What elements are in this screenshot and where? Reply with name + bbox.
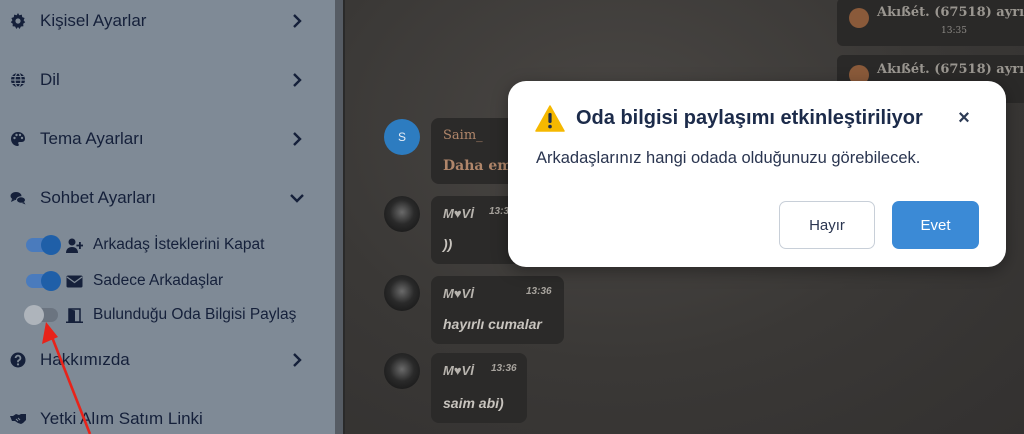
sidebar-item-label: Sohbet Ayarları bbox=[40, 188, 156, 207]
sidebar-item-chat-settings[interactable]: Sohbet Ayarları bbox=[0, 178, 335, 218]
friends-only-toggle[interactable] bbox=[26, 271, 61, 291]
question-circle-icon bbox=[10, 352, 26, 368]
handshake-icon bbox=[10, 411, 26, 427]
close-icon[interactable]: × bbox=[956, 108, 972, 128]
user-leave-icon bbox=[849, 8, 869, 28]
setting-block-friend-requests: Arkadaş İsteklerini Kapat bbox=[26, 231, 264, 259]
sidebar-item-about[interactable]: Hakkımızda bbox=[0, 340, 335, 380]
sidebar-scrollbar[interactable] bbox=[335, 0, 343, 434]
chevron-right-icon bbox=[289, 352, 305, 368]
avatar[interactable] bbox=[384, 196, 420, 232]
system-message-text: Akıßét. (67518) ayrıldı bbox=[877, 5, 1024, 20]
sidebar-item-permission-trade-link[interactable]: Yetki Alım Satım Linki bbox=[0, 399, 335, 434]
warning-icon bbox=[535, 105, 565, 132]
message-author[interactable]: M♥Vİ bbox=[443, 286, 474, 301]
setting-friends-only: Sadece Arkadaşlar bbox=[26, 267, 223, 295]
sidebar-item-label: Dil bbox=[40, 70, 60, 89]
message-text: hayırlı cumalar bbox=[443, 316, 542, 332]
message-text: saim abi) bbox=[443, 395, 504, 411]
gear-icon bbox=[10, 13, 26, 29]
sidebar-item-label: Tema Ayarları bbox=[40, 129, 144, 148]
system-message: Akıßét. (67518) ayrıldı 13:35 bbox=[837, 0, 1024, 46]
dialog-message: Arkadaşlarınız hangi odada olduğunuzu gö… bbox=[536, 149, 921, 167]
setting-label: Sadece Arkadaşlar bbox=[93, 272, 224, 289]
globe-icon bbox=[10, 72, 26, 88]
chevron-right-icon bbox=[289, 131, 305, 147]
chat-message: M♥Vİ 13:36 saim abi) bbox=[431, 353, 527, 423]
chevron-right-icon bbox=[289, 72, 305, 88]
message-author[interactable]: M♥Vİ bbox=[443, 206, 474, 221]
sidebar-item-language[interactable]: Dil bbox=[0, 60, 335, 100]
settings-sidebar: Kişisel Ayarlar Dil Tema Ayarları Sohbet… bbox=[0, 0, 335, 434]
user-plus-icon bbox=[66, 237, 83, 253]
chevron-down-icon bbox=[289, 190, 305, 206]
message-author[interactable]: Saim_ bbox=[443, 128, 483, 143]
message-author[interactable]: M♥Vİ bbox=[443, 363, 474, 378]
sidebar-item-label: Yetki Alım Satım Linki bbox=[40, 409, 203, 428]
sidebar-item-label: Kişisel Ayarlar bbox=[40, 11, 147, 30]
avatar[interactable] bbox=[384, 275, 420, 311]
sidebar-item-personal-settings[interactable]: Kişisel Ayarlar bbox=[0, 1, 335, 41]
message-text: )) bbox=[443, 236, 453, 252]
setting-label: Arkadaş İsteklerini Kapat bbox=[93, 236, 265, 253]
sidebar-item-theme-settings[interactable]: Tema Ayarları bbox=[0, 119, 335, 159]
cancel-button[interactable]: Hayır bbox=[779, 201, 875, 249]
sidebar-item-label: Hakkımızda bbox=[40, 350, 130, 369]
system-message-text: Akıßét. (67518) ayrıldı bbox=[877, 62, 1024, 77]
setting-share-room-info: Bulunduğu Oda Bilgisi Paylaş bbox=[24, 301, 297, 329]
envelope-icon bbox=[66, 273, 83, 289]
door-open-icon bbox=[66, 307, 83, 323]
message-time: 13:36 bbox=[526, 286, 552, 297]
palette-icon bbox=[10, 131, 26, 147]
confirm-dialog: Oda bilgisi paylaşımı etkinleştiriliyor … bbox=[508, 81, 1006, 267]
avatar[interactable]: S bbox=[384, 119, 420, 155]
setting-label: Bulunduğu Oda Bilgisi Paylaş bbox=[93, 306, 297, 323]
confirm-button[interactable]: Evet bbox=[892, 201, 979, 249]
system-message-time: 13:35 bbox=[941, 26, 967, 36]
chevron-right-icon bbox=[289, 13, 305, 29]
avatar[interactable] bbox=[384, 353, 420, 389]
dialog-title: Oda bilgisi paylaşımı etkinleştiriliyor bbox=[576, 107, 923, 129]
chat-message: M♥Vİ 13:36 hayırlı cumalar bbox=[431, 276, 564, 344]
share-room-info-toggle[interactable] bbox=[24, 305, 58, 325]
message-time: 13:3 bbox=[489, 206, 510, 217]
comments-icon bbox=[10, 190, 26, 206]
block-friend-requests-toggle[interactable] bbox=[26, 235, 61, 255]
message-time: 13:36 bbox=[491, 363, 517, 374]
